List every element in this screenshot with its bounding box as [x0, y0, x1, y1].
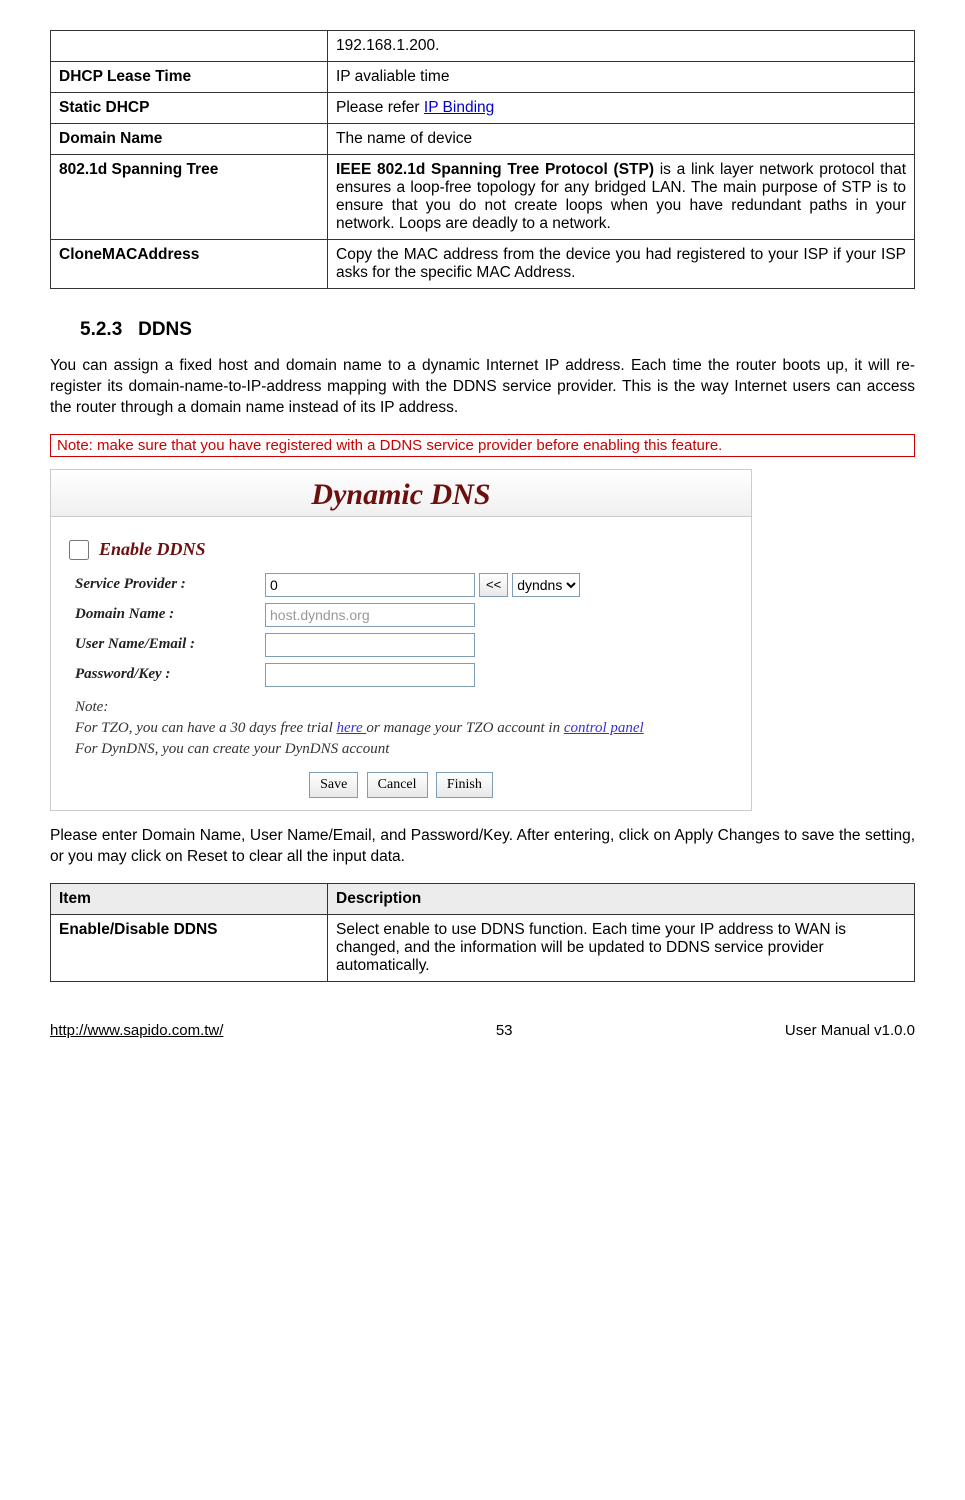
select-service-provider[interactable]: dyndns	[512, 573, 580, 597]
input-password[interactable]	[265, 663, 475, 687]
row-password: Password/Key :	[65, 663, 737, 687]
cell-desc: Please refer IP Binding	[328, 93, 915, 124]
arrow-button[interactable]: <<	[479, 573, 508, 597]
cell-item: Static DHCP	[51, 93, 328, 124]
note-line1a: For TZO, you can have a 30 days free tri…	[75, 720, 337, 736]
ddns-panel-body: Enable DDNS Service Provider : << dyndns…	[51, 517, 751, 810]
note-label: Note:	[75, 699, 108, 715]
here-link[interactable]: here	[337, 720, 367, 736]
section-title: DDNS	[138, 319, 192, 340]
panel-note: Note: For TZO, you can have a 30 days fr…	[65, 697, 737, 760]
footer-page-number: 53	[496, 1022, 513, 1039]
cell-desc: IEEE 802.1d Spanning Tree Protocol (STP)…	[328, 155, 915, 240]
cell-desc: Select enable to use DDNS function. Each…	[328, 914, 915, 981]
note-line2: For DynDNS, you can create your DynDNS a…	[75, 741, 389, 757]
ddns-panel: Dynamic DNS Enable DDNS Service Provider…	[50, 469, 752, 811]
cell-item: Enable/Disable DDNS	[51, 914, 328, 981]
row-service-provider: Service Provider : << dyndns	[65, 573, 737, 597]
input-service-provider[interactable]	[265, 573, 475, 597]
label-password: Password/Key :	[75, 666, 265, 683]
note-line1b: or manage your TZO account in	[366, 720, 564, 736]
label-service-provider: Service Provider :	[75, 576, 265, 593]
table-row: Static DHCP Please refer IP Binding	[51, 93, 915, 124]
button-row: Save Cancel Finish	[65, 772, 737, 798]
ddns-description-table: Item Description Enable/Disable DDNS Sel…	[50, 883, 915, 982]
input-user-name[interactable]	[265, 633, 475, 657]
header-item: Item	[51, 883, 328, 914]
cell-desc: IP avaliable time	[328, 62, 915, 93]
section-number: 5.2.3	[80, 319, 122, 340]
table-row: 192.168.1.200.	[51, 31, 915, 62]
enable-ddns-checkbox[interactable]	[69, 540, 89, 560]
cancel-button[interactable]: Cancel	[367, 772, 428, 798]
table-row: DHCP Lease Time IP avaliable time	[51, 62, 915, 93]
save-button[interactable]: Save	[309, 772, 358, 798]
section-paragraph-1: You can assign a fixed host and domain n…	[50, 356, 915, 419]
config-table-top: 192.168.1.200. DHCP Lease Time IP avalia…	[50, 30, 915, 289]
cell-item: DHCP Lease Time	[51, 62, 328, 93]
footer-url[interactable]: http://www.sapido.com.tw/	[50, 1022, 223, 1039]
section-heading: 5.2.3 DDNS	[80, 319, 915, 341]
label-user-name: User Name/Email :	[75, 636, 265, 653]
enable-ddns-row: Enable DDNS	[65, 537, 737, 563]
section-paragraph-2: Please enter Domain Name, User Name/Emai…	[50, 826, 915, 868]
table-header-row: Item Description	[51, 883, 915, 914]
footer-right: User Manual v1.0.0	[785, 1022, 915, 1039]
cell-item: CloneMACAddress	[51, 240, 328, 289]
text: Please refer	[336, 99, 424, 116]
input-domain-name[interactable]	[265, 603, 475, 627]
row-domain-name: Domain Name :	[65, 603, 737, 627]
row-user-name: User Name/Email :	[65, 633, 737, 657]
label-domain-name: Domain Name :	[75, 606, 265, 623]
ip-binding-link[interactable]: IP Binding	[424, 99, 494, 116]
table-row: CloneMACAddress Copy the MAC address fro…	[51, 240, 915, 289]
control-panel-link[interactable]: control panel	[564, 720, 644, 736]
page-footer: http://www.sapido.com.tw/ 53 User Manual…	[50, 1022, 915, 1039]
enable-ddns-label: Enable DDNS	[99, 539, 206, 560]
finish-button[interactable]: Finish	[436, 772, 493, 798]
note-box: Note: make sure that you have registered…	[50, 434, 915, 457]
cell-item: 802.1d Spanning Tree	[51, 155, 328, 240]
cell-desc: The name of device	[328, 124, 915, 155]
text-bold: IEEE 802.1d Spanning Tree Protocol (STP)	[336, 161, 654, 178]
table-row: Enable/Disable DDNS Select enable to use…	[51, 914, 915, 981]
ddns-panel-title: Dynamic DNS	[51, 470, 751, 517]
ddns-title-text: Dynamic DNS	[311, 478, 490, 511]
table-row: 802.1d Spanning Tree IEEE 802.1d Spannin…	[51, 155, 915, 240]
cell-desc: Copy the MAC address from the device you…	[328, 240, 915, 289]
cell-desc: 192.168.1.200.	[328, 31, 915, 62]
cell-item	[51, 31, 328, 62]
header-desc: Description	[328, 883, 915, 914]
table-row: Domain Name The name of device	[51, 124, 915, 155]
cell-item: Domain Name	[51, 124, 328, 155]
